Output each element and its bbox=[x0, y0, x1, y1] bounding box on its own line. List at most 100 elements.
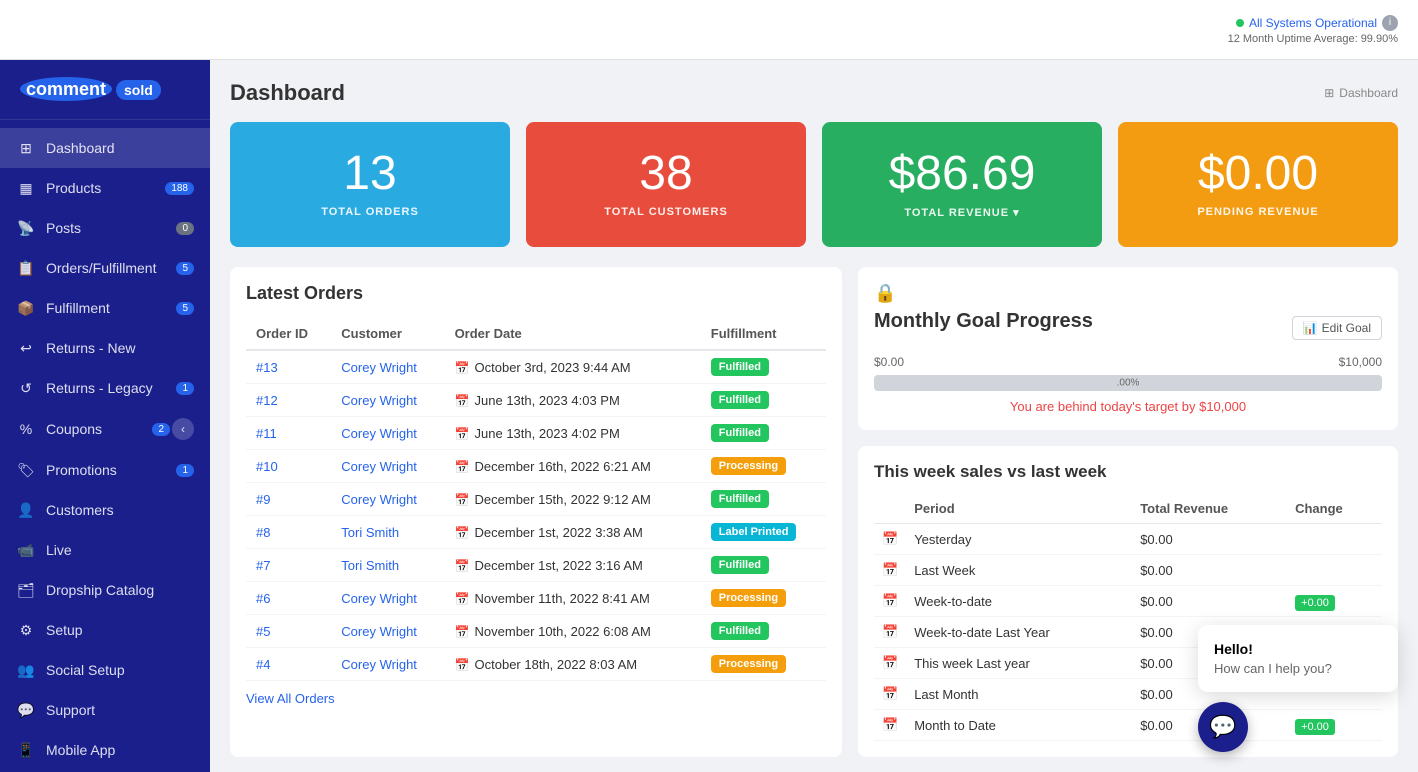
sidebar-item-social-setup[interactable]: 👥 Social Setup bbox=[0, 650, 210, 690]
stat-card-total-customers[interactable]: 38 TOTAL CUSTOMERS bbox=[526, 122, 806, 247]
sidebar-item-support[interactable]: 💬 Support bbox=[0, 690, 210, 730]
chat-bubble-button[interactable]: 💬 bbox=[1198, 702, 1248, 752]
sidebar-item-label: Fulfillment bbox=[46, 300, 110, 316]
topbar: All Systems Operational i 12 Month Uptim… bbox=[0, 0, 1418, 60]
order-id-link[interactable]: #13 bbox=[256, 360, 278, 375]
status-badge: Fulfilled bbox=[711, 391, 769, 409]
chat-popup: Hello! How can I help you? bbox=[1198, 625, 1398, 692]
sidebar-item-coupons[interactable]: % Coupons 2 ‹ bbox=[0, 408, 210, 450]
table-row: #10 Corey Wright 📅December 16th, 2022 6:… bbox=[246, 450, 826, 483]
fulfillment-badge: 5 bbox=[176, 302, 194, 315]
revenue-cell: $0.00 bbox=[1132, 586, 1287, 617]
logo-text: commentsold bbox=[16, 78, 161, 100]
table-row: #12 Corey Wright 📅June 13th, 2023 4:03 P… bbox=[246, 384, 826, 417]
view-all-orders-link[interactable]: View All Orders bbox=[246, 691, 335, 706]
period-cell: Yesterday bbox=[906, 524, 1132, 555]
date-cell: 📅November 11th, 2022 8:41 AM bbox=[445, 582, 701, 615]
customer-link[interactable]: Tori Smith bbox=[341, 558, 399, 573]
customer-link[interactable]: Corey Wright bbox=[341, 360, 417, 375]
customer-link[interactable]: Tori Smith bbox=[341, 525, 399, 540]
customer-link[interactable]: Corey Wright bbox=[341, 591, 417, 606]
customers-icon: 👤 bbox=[16, 500, 36, 520]
collapse-icon[interactable]: ‹ bbox=[172, 418, 194, 440]
sidebar-item-label: Orders/Fulfillment bbox=[46, 260, 156, 276]
order-id-link[interactable]: #4 bbox=[256, 657, 270, 672]
order-id-link[interactable]: #8 bbox=[256, 525, 270, 540]
stat-card-total-orders[interactable]: 13 TOTAL ORDERS bbox=[230, 122, 510, 247]
customer-cell: Tori Smith bbox=[331, 549, 444, 582]
order-id-link[interactable]: #11 bbox=[256, 426, 277, 441]
fulfillment-cell: Fulfilled bbox=[701, 417, 826, 450]
goal-header: Monthly Goal Progress 📊 Edit Goal bbox=[874, 310, 1382, 345]
total-orders-label: TOTAL ORDERS bbox=[250, 206, 490, 218]
bar-chart-icon: 📊 bbox=[1303, 321, 1318, 335]
customer-link[interactable]: Corey Wright bbox=[341, 492, 417, 507]
sales-title: This week sales vs last week bbox=[874, 462, 1382, 482]
sidebar-item-dropship[interactable]: 🗂 Dropship Catalog bbox=[0, 570, 210, 610]
sidebar-item-customers[interactable]: 👤 Customers bbox=[0, 490, 210, 530]
info-icon[interactable]: i bbox=[1382, 15, 1398, 31]
col-order-date: Order Date bbox=[445, 318, 701, 350]
sidebar-item-orders[interactable]: 📋 Orders/Fulfillment 5 bbox=[0, 248, 210, 288]
sidebar-item-mobile-app[interactable]: 📱 Mobile App bbox=[0, 730, 210, 770]
fulfillment-cell: Fulfilled bbox=[701, 615, 826, 648]
sidebar-item-fulfillment[interactable]: 📦 Fulfillment 5 bbox=[0, 288, 210, 328]
customer-link[interactable]: Corey Wright bbox=[341, 426, 417, 441]
dashboard-icon: ⊞ bbox=[16, 138, 36, 158]
goal-icon: 🔒 bbox=[874, 283, 1382, 304]
customer-link[interactable]: Corey Wright bbox=[341, 624, 417, 639]
fulfillment-cell: Label Printed bbox=[701, 516, 826, 549]
order-id-link[interactable]: #9 bbox=[256, 492, 270, 507]
change-cell bbox=[1287, 555, 1382, 586]
orders-section-title: Latest Orders bbox=[246, 283, 826, 304]
customer-link[interactable]: Corey Wright bbox=[341, 657, 417, 672]
sidebar-item-dashboard[interactable]: ⊞ Dashboard bbox=[0, 128, 210, 168]
sales-col-change: Change bbox=[1287, 494, 1382, 524]
fulfillment-cell: Fulfilled bbox=[701, 384, 826, 417]
order-id-link[interactable]: #12 bbox=[256, 393, 278, 408]
stat-card-total-revenue[interactable]: $86.69 TOTAL REVENUE ▾ bbox=[822, 122, 1102, 247]
goal-warning: You are behind today's target by $10,000 bbox=[874, 399, 1382, 414]
customer-cell: Corey Wright bbox=[331, 350, 444, 384]
date-cell: 📅June 13th, 2023 4:02 PM bbox=[445, 417, 701, 450]
order-id-link[interactable]: #10 bbox=[256, 459, 278, 474]
change-cell bbox=[1287, 524, 1382, 555]
calendar-icon: 📅 bbox=[455, 394, 470, 408]
customer-link[interactable]: Corey Wright bbox=[341, 393, 417, 408]
edit-goal-button[interactable]: 📊 Edit Goal bbox=[1292, 316, 1382, 340]
returns-legacy-icon: ↺ bbox=[16, 378, 36, 398]
sidebar-item-live[interactable]: 📹 Live bbox=[0, 530, 210, 570]
date-cell: 📅October 3rd, 2023 9:44 AM bbox=[445, 350, 701, 384]
stat-card-pending-revenue[interactable]: $0.00 PENDING REVENUE bbox=[1118, 122, 1398, 247]
customer-cell: Corey Wright bbox=[331, 417, 444, 450]
table-row: #9 Corey Wright 📅December 15th, 2022 9:1… bbox=[246, 483, 826, 516]
sidebar-item-label: Mobile App bbox=[46, 742, 115, 758]
sidebar-item-promotions[interactable]: 🏷 Promotions 1 bbox=[0, 450, 210, 490]
customer-link[interactable]: Corey Wright bbox=[341, 459, 417, 474]
order-id-cell: #4 bbox=[246, 648, 331, 681]
order-id-link[interactable]: #7 bbox=[256, 558, 270, 573]
sidebar-item-posts[interactable]: 📡 Posts 0 bbox=[0, 208, 210, 248]
total-customers-number: 38 bbox=[546, 150, 786, 198]
returns-legacy-badge: 1 bbox=[176, 382, 194, 395]
sidebar-item-label: Posts bbox=[46, 220, 81, 236]
calendar-icon: 📅 bbox=[455, 361, 470, 375]
order-id-link[interactable]: #6 bbox=[256, 591, 270, 606]
sidebar-item-returns-legacy[interactable]: ↺ Returns - Legacy 1 bbox=[0, 368, 210, 408]
sidebar-item-returns-new[interactable]: ↩ Returns - New bbox=[0, 328, 210, 368]
period-cell: Last Week bbox=[906, 555, 1132, 586]
sidebar-item-products[interactable]: ▦ Products 188 bbox=[0, 168, 210, 208]
fulfillment-cell: Processing bbox=[701, 582, 826, 615]
posts-badge: 0 bbox=[176, 222, 194, 235]
sidebar-item-setup[interactable]: ⚙ Setup bbox=[0, 610, 210, 650]
sidebar-item-label: Social Setup bbox=[46, 662, 125, 678]
fulfillment-icon: 📦 bbox=[16, 298, 36, 318]
goal-range: $0.00 $10,000 bbox=[874, 355, 1382, 369]
status-badge: Processing bbox=[711, 655, 786, 673]
sales-table-row: 📅 Yesterday $0.00 bbox=[874, 524, 1382, 555]
pending-revenue-label: PENDING REVENUE bbox=[1138, 206, 1378, 218]
chat-popup-subtitle: How can I help you? bbox=[1214, 661, 1382, 676]
sidebar-item-label: Returns - New bbox=[46, 340, 135, 356]
fulfillment-cell: Fulfilled bbox=[701, 350, 826, 384]
order-id-link[interactable]: #5 bbox=[256, 624, 270, 639]
